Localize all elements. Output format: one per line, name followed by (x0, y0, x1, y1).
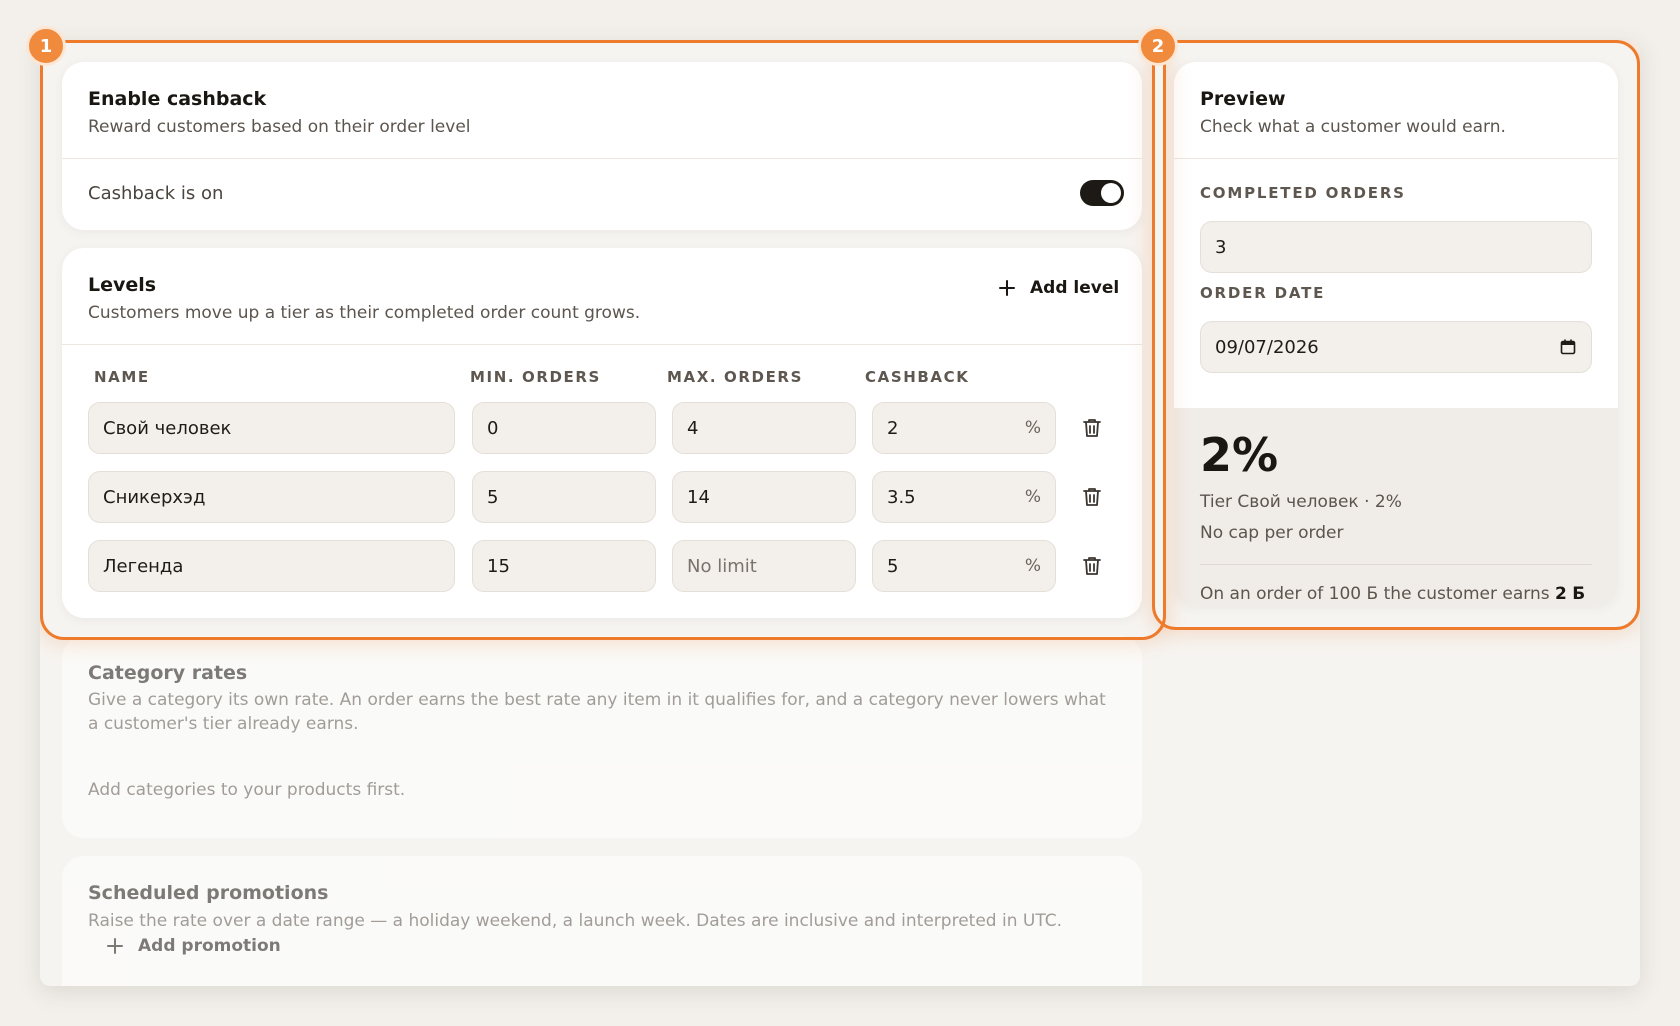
add-promotion-button[interactable]: Add promotion (106, 936, 281, 956)
order-date-input[interactable]: 09/07/2026 (1200, 321, 1592, 373)
cashback-value: 3.5 (887, 486, 916, 508)
percent-suffix: % (1024, 487, 1041, 507)
trash-icon[interactable] (1080, 485, 1104, 509)
preview-result-panel: 2% Tier Свой человек · 2% No cap per ord… (1174, 408, 1618, 606)
cashback-title: Enable cashback (88, 88, 267, 110)
trash-icon[interactable] (1080, 416, 1104, 440)
category-subtitle: Give a category its own rate. An order e… (88, 690, 1106, 734)
levels-subtitle: Customers move up a tier as their comple… (88, 303, 641, 323)
level-max-input[interactable]: 14 (672, 471, 856, 523)
order-date-value: 09/07/2026 (1215, 336, 1319, 358)
cashback-toggle[interactable] (1080, 180, 1124, 206)
plus-icon (107, 938, 123, 954)
order-date-label: ORDER DATE (1200, 284, 1326, 302)
preview-result-divider (1200, 564, 1592, 565)
level-min-input[interactable]: 0 (472, 402, 656, 454)
trash-icon[interactable] (1080, 554, 1104, 578)
promotions-title: Scheduled promotions (88, 882, 329, 904)
col-max-orders: MAX. ORDERS (667, 368, 803, 386)
level-name-input[interactable]: Свой человек (88, 402, 455, 454)
earn-prefix: On an order of 100 (1200, 584, 1362, 604)
level-name-input[interactable]: Легенда (88, 540, 455, 592)
preview-card: Preview Check what a customer would earn… (1174, 62, 1618, 606)
add-level-label: Add level (1030, 278, 1120, 298)
cashback-card: Enable cashback Reward customers based o… (62, 62, 1142, 230)
level-cashback-input[interactable]: 2 % (872, 402, 1056, 454)
levels-divider (62, 344, 1142, 345)
earn-middle: the customer earns (1383, 584, 1550, 604)
add-promotion-label: Add promotion (138, 936, 281, 956)
preview-subtitle: Check what a customer would earn. (1200, 117, 1506, 137)
currency-symbol: Ƃ (1366, 584, 1379, 604)
level-name-input[interactable]: Сникерхэд (88, 471, 455, 523)
percent-suffix: % (1024, 418, 1041, 438)
completed-orders-label: COMPLETED ORDERS (1200, 184, 1406, 202)
preview-rate: 2% (1200, 428, 1279, 482)
highlight-badge-1: 1 (26, 26, 66, 66)
level-max-input[interactable]: 4 (672, 402, 856, 454)
completed-orders-input[interactable]: 3 (1200, 221, 1592, 273)
calendar-icon[interactable] (1559, 338, 1577, 356)
category-rates-card: Category rates Give a category its own r… (62, 636, 1142, 838)
category-title: Category rates (88, 662, 248, 684)
cashback-subtitle: Reward customers based on their order le… (88, 117, 471, 137)
app-window: Enable cashback Reward customers based o… (40, 40, 1640, 986)
preview-cap-line: No cap per order (1200, 523, 1344, 543)
col-name: NAME (94, 368, 150, 386)
levels-title: Levels (88, 274, 157, 296)
level-min-input[interactable]: 5 (472, 471, 656, 523)
preview-title: Preview (1200, 88, 1286, 110)
promotions-subtitle: Raise the rate over a date range — a hol… (88, 911, 1062, 931)
highlight-badge-2: 2 (1138, 26, 1178, 66)
cashback-value: 2 (887, 417, 899, 439)
levels-card: Levels Customers move up a tier as their… (62, 248, 1142, 618)
col-cashback: CASHBACK (865, 368, 970, 386)
percent-suffix: % (1024, 556, 1041, 576)
col-min-orders: MIN. ORDERS (470, 368, 601, 386)
cashback-toggle-label: Cashback is on (88, 183, 224, 204)
level-max-input[interactable]: No limit (672, 540, 856, 592)
level-min-input[interactable]: 15 (472, 540, 656, 592)
earn-value: 2 (1555, 584, 1567, 604)
preview-divider (1174, 158, 1618, 159)
currency-symbol: Ƃ (1572, 584, 1586, 604)
category-empty-text: Add categories to your products first. (88, 780, 406, 800)
plus-icon (999, 280, 1015, 296)
level-cashback-input[interactable]: 5 % (872, 540, 1056, 592)
level-cashback-input[interactable]: 3.5 % (872, 471, 1056, 523)
add-level-button[interactable]: Add level (998, 278, 1119, 298)
promotions-card: Scheduled promotions Raise the rate over… (62, 856, 1142, 986)
cashback-divider (62, 158, 1142, 159)
preview-tier-line: Tier Свой человек · 2% (1200, 492, 1402, 512)
preview-earn-line: On an order of 100 Ƃ the customer earns … (1200, 584, 1585, 604)
cashback-value: 5 (887, 555, 899, 577)
